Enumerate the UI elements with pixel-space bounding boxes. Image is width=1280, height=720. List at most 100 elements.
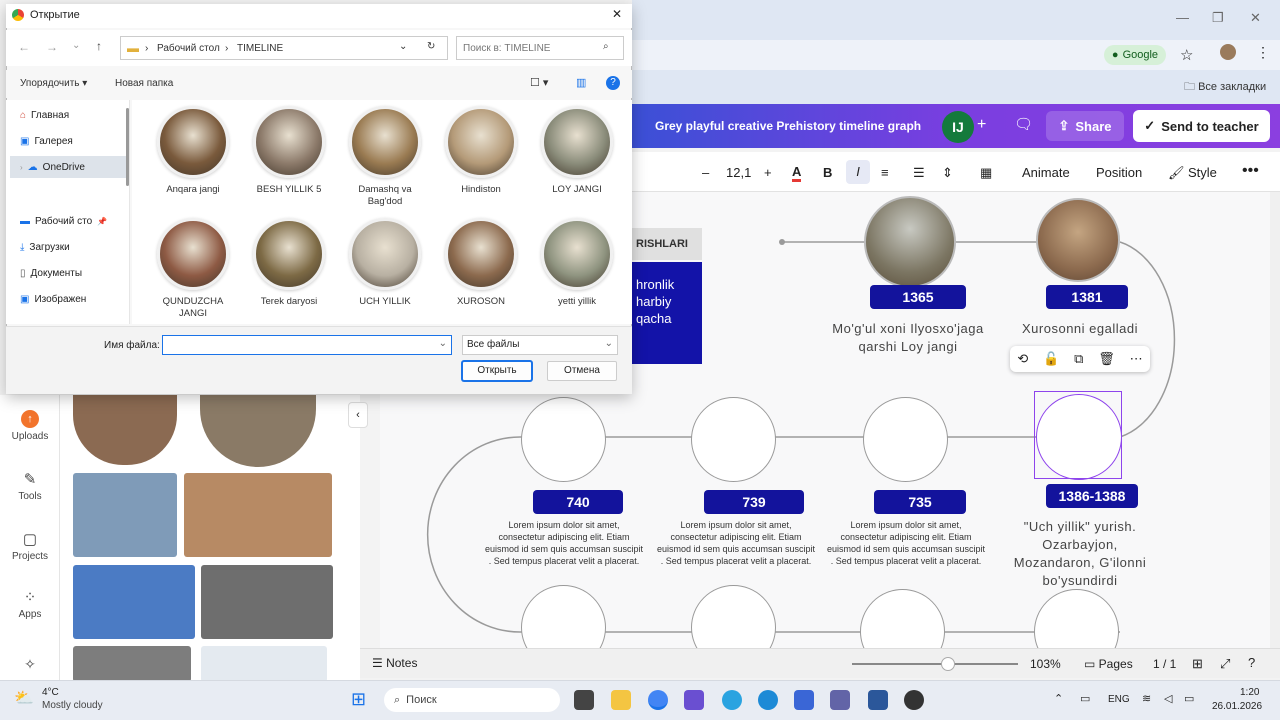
year-badge[interactable]: 740: [533, 490, 623, 514]
caption-text[interactable]: Mo'g'ul xoni Ilyosxo'jaga qarshi Loy jan…: [828, 320, 988, 356]
style-button[interactable]: Style: [1188, 165, 1217, 180]
explorer-icon[interactable]: [611, 690, 631, 710]
help-icon[interactable]: ?: [1248, 655, 1255, 670]
path-segment[interactable]: TIMELINE: [237, 43, 283, 54]
timeline-photo-xuroson[interactable]: [1036, 198, 1120, 282]
clock-date[interactable]: 26.01.2026: [1212, 701, 1262, 712]
year-badge[interactable]: 739: [704, 490, 804, 514]
notes-button[interactable]: ☰ Notes: [372, 656, 417, 670]
animate-button[interactable]: Animate: [1022, 165, 1070, 180]
word-icon[interactable]: [868, 690, 888, 710]
upload-thumb[interactable]: [73, 565, 195, 639]
timeline-circle[interactable]: [691, 397, 776, 482]
sidebar-item-downloads[interactable]: ⤓ Загрузки: [20, 236, 126, 258]
app-icon[interactable]: [904, 690, 924, 710]
caption-text[interactable]: Xurosonni egalladi: [1000, 320, 1160, 338]
snipping-icon[interactable]: [684, 690, 704, 710]
lock-icon[interactable]: 🔓: [1043, 351, 1059, 367]
path-bar[interactable]: ▬ › Рабочий стол › TIMELINE ⌄ ↻: [120, 36, 448, 60]
upload-thumb[interactable]: [201, 565, 333, 639]
chrome-icon[interactable]: [648, 690, 668, 710]
start-icon[interactable]: ⊞: [351, 689, 366, 710]
all-bookmarks[interactable]: 🗀 Все закладки: [1184, 78, 1266, 97]
timeline-circle[interactable]: [521, 397, 606, 482]
back-icon[interactable]: ←: [18, 40, 30, 54]
cancel-button[interactable]: Отмена: [547, 361, 617, 381]
task-view-icon[interactable]: [574, 690, 594, 710]
upload-thumb[interactable]: [184, 473, 332, 557]
rail-apps[interactable]: ⁘ Apps: [0, 588, 60, 620]
share-button[interactable]: ⇪ Share: [1046, 111, 1124, 141]
magic-icon[interactable]: ✧: [0, 656, 60, 673]
tray-icon[interactable]: ▭: [1080, 692, 1090, 705]
upload-thumb[interactable]: [73, 646, 191, 682]
upload-thumb[interactable]: [73, 473, 177, 557]
file-item[interactable]: Hindiston: [438, 106, 524, 196]
align-icon[interactable]: ≡: [881, 165, 889, 180]
preview-pane-icon[interactable]: ▥: [576, 76, 586, 89]
more-icon[interactable]: ⋯: [1130, 351, 1143, 367]
partial-blue-box[interactable]: hronlik harbiy qacha: [632, 262, 702, 364]
style-icon[interactable]: 🖌: [1168, 165, 1185, 181]
minimize-icon[interactable]: —: [1176, 10, 1189, 25]
lorem-text[interactable]: Lorem ipsum dolor sit amet, consectetur …: [826, 519, 986, 567]
timeline-photo-loy-jangi[interactable]: [864, 196, 956, 288]
lorem-text[interactable]: Lorem ipsum dolor sit amet, consectetur …: [656, 519, 816, 567]
sidebar-item-desktop[interactable]: ▬ Рабочий сто 📌: [20, 210, 126, 232]
file-item[interactable]: Damashq va Bag'dod: [342, 106, 428, 208]
dialog-search[interactable]: Поиск в: TIMELINE ⌕: [456, 36, 624, 60]
sidebar-item-documents[interactable]: ▯ Документы: [20, 262, 126, 284]
grid-view-icon[interactable]: ⊞: [1192, 656, 1203, 672]
volume-icon[interactable]: ◁: [1164, 692, 1172, 705]
upload-thumb[interactable]: [201, 646, 327, 682]
weather-desc[interactable]: Mostly cloudy: [42, 700, 103, 711]
maximize-icon[interactable]: ❐: [1212, 10, 1224, 26]
close-window-icon[interactable]: ✕: [1250, 10, 1261, 26]
file-item[interactable]: UCH YILLIK: [342, 218, 428, 308]
design-title[interactable]: Grey playful creative Prehistory timelin…: [655, 119, 921, 133]
bold-icon[interactable]: B: [823, 165, 832, 180]
rotate-comment-icon[interactable]: ⟲: [1017, 351, 1028, 367]
sidebar-scrollbar[interactable]: [126, 108, 129, 186]
wifi-icon[interactable]: ≋: [1142, 692, 1151, 705]
canvas-scrollbar[interactable]: [1270, 192, 1280, 648]
font-size-value[interactable]: 12,1: [726, 165, 751, 180]
filetype-select[interactable]: Все файлы ⌄: [462, 335, 618, 355]
partial-header[interactable]: RISHLARI: [632, 228, 702, 260]
edge-icon[interactable]: [758, 690, 778, 710]
year-badge[interactable]: 735: [874, 490, 966, 514]
transparency-icon[interactable]: ▦: [980, 165, 992, 181]
lorem-text[interactable]: Lorem ipsum dolor sit amet, consectetur …: [484, 519, 644, 567]
duplicate-icon[interactable]: ⧉: [1074, 351, 1083, 367]
file-item[interactable]: yetti yillik: [534, 218, 620, 308]
telegram-icon[interactable]: [722, 690, 742, 710]
add-collaborator-icon[interactable]: +: [977, 116, 986, 134]
caption-text[interactable]: "Uch yillik" yurish. Ozarbayjon, Mozanda…: [1002, 518, 1158, 590]
weather-icon[interactable]: ⛅: [14, 688, 34, 708]
weather-temp[interactable]: 4°C: [42, 687, 59, 698]
path-segment[interactable]: Рабочий стол: [157, 43, 220, 54]
year-badge[interactable]: 1381: [1046, 285, 1128, 309]
history-chevron-icon[interactable]: ⌄: [72, 40, 80, 51]
bookmark-star-icon[interactable]: ☆: [1180, 46, 1193, 64]
year-badge[interactable]: 1365: [870, 285, 966, 309]
menu-dots-icon[interactable]: ⋮: [1256, 44, 1270, 61]
file-item[interactable]: XUROSON: [438, 218, 524, 308]
list-icon[interactable]: ☰: [913, 165, 925, 181]
text-color-icon[interactable]: A: [792, 165, 802, 182]
font-size-decrease[interactable]: –: [702, 165, 709, 180]
file-item[interactable]: Anqara jangi: [150, 106, 236, 196]
language-indicator[interactable]: ENG: [1108, 694, 1130, 705]
pages-button[interactable]: ▭ Pages: [1084, 657, 1133, 671]
zoom-level[interactable]: 103%: [1030, 657, 1061, 671]
google-button[interactable]: ● Google: [1104, 45, 1166, 65]
sidebar-item-onedrive[interactable]: › ☁ OneDrive: [10, 156, 128, 178]
teams-icon[interactable]: [830, 690, 850, 710]
rail-projects[interactable]: ▢ Projects: [0, 530, 60, 562]
fullscreen-icon[interactable]: ⤢: [1220, 656, 1230, 672]
timeline-circle[interactable]: [863, 397, 948, 482]
new-folder-button[interactable]: Новая папка: [115, 78, 173, 89]
position-button[interactable]: Position: [1096, 165, 1142, 180]
rail-tools[interactable]: ✎ Tools: [0, 470, 60, 502]
filename-input[interactable]: ⌄: [162, 335, 452, 355]
